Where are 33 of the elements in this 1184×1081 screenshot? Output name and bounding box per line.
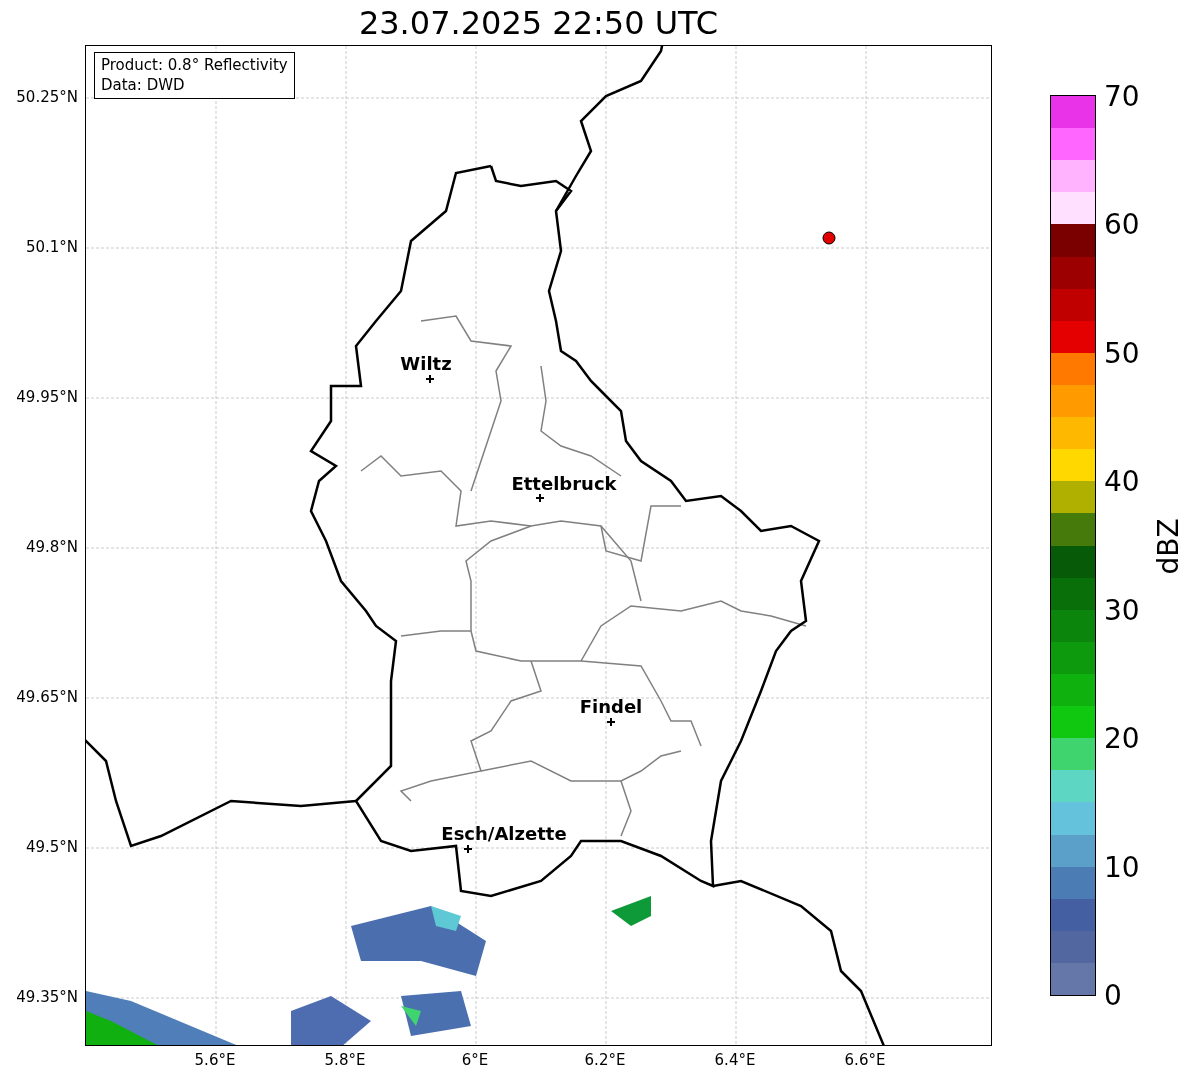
city-label: Findel: [579, 695, 643, 717]
city-marker-icon: [607, 718, 615, 726]
longitude-tick-label: 6.2°E: [584, 1051, 626, 1069]
colorbar-tick-label: 20: [1104, 725, 1140, 754]
latitude-tick-label: 49.95°N: [16, 388, 78, 406]
colorbar-tick-label: 0: [1104, 982, 1122, 1010]
colorbar-tick-label: 70: [1104, 83, 1140, 111]
city-label: Ettelbruck: [511, 472, 617, 494]
colorbar-tick-label: 50: [1104, 339, 1140, 368]
latitude-tick-label: 50.25°N: [16, 88, 78, 106]
latitude-tick-label: 49.65°N: [16, 688, 78, 706]
colorbar-tick-label: 10: [1104, 853, 1140, 882]
latitude-tick-label: 49.8°N: [25, 538, 78, 556]
colorbar-tick-label: 60: [1104, 211, 1140, 240]
colorbar-label: dBZ: [1151, 518, 1184, 575]
latitude-tick-label: 49.35°N: [16, 988, 78, 1006]
colorbar-tick-label: 30: [1104, 596, 1140, 625]
longitude-tick-label: 6.4°E: [714, 1051, 756, 1069]
city-marker-icon: [536, 494, 544, 502]
colorbar-tick-label: 40: [1104, 468, 1140, 497]
info-text: Data: DWD: [101, 75, 186, 95]
longitude-tick-label: 6°E: [461, 1051, 489, 1069]
latitude-tick-label: 50.1°N: [25, 238, 78, 256]
city-label: Esch/Alzette: [441, 822, 567, 844]
longitude-tick-label: 5.6°E: [194, 1051, 236, 1069]
city-marker-icon: [426, 375, 434, 383]
city-marker-icon: [464, 845, 472, 853]
info-text: Product: 0.8° Reflectivity: [101, 55, 288, 75]
chart-title: 23.07.2025 22:50 UTC: [357, 4, 720, 42]
latitude-tick-label: 49.5°N: [25, 838, 78, 856]
longitude-tick-label: 5.8°E: [324, 1051, 366, 1069]
city-label: Wiltz: [400, 352, 452, 374]
longitude-tick-label: 6.6°E: [844, 1051, 886, 1069]
